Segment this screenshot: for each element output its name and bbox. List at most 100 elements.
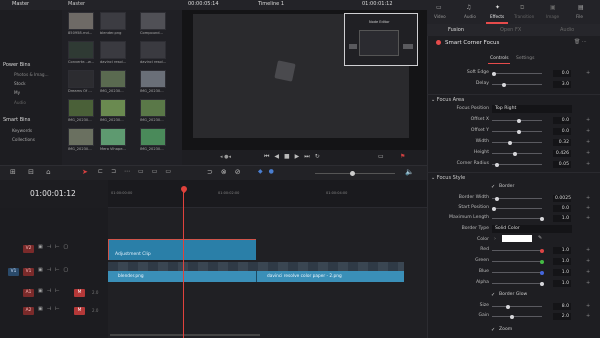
add-keyframe-icon[interactable]: + [586, 117, 590, 123]
tab-transition[interactable]: Transition [514, 14, 534, 19]
video-tab-icon[interactable]: ▭ [436, 4, 442, 11]
track-a1-label[interactable]: A1 [23, 289, 34, 297]
jog-icon[interactable]: ◂ ●◂ [220, 154, 231, 160]
timeline-scrollbar[interactable] [110, 334, 260, 336]
add-keyframe-icon[interactable]: + [586, 269, 590, 275]
davinci-clip[interactable]: davinci resolve color paper - 2.png [256, 271, 404, 282]
color-chevron-icon[interactable]: › [494, 236, 496, 242]
clip-thumb[interactable] [140, 41, 166, 59]
corner-radius-slider[interactable] [492, 162, 542, 167]
edit-tools-icons[interactable]: ⊏⊐⋯▭▭▭ [98, 168, 179, 175]
alpha-slider[interactable] [492, 281, 544, 286]
master-tab[interactable]: Master [12, 1, 29, 7]
add-keyframe-icon[interactable]: + [586, 303, 590, 309]
blue-slider[interactable] [492, 270, 544, 275]
start-position-value[interactable]: 0.0 [553, 205, 571, 212]
start-position-slider[interactable] [492, 206, 542, 211]
add-keyframe-icon[interactable]: + [586, 313, 590, 319]
clip-thumb[interactable] [140, 128, 166, 146]
track-v1-controls[interactable]: ▣⊣⊢▢ [38, 267, 72, 273]
image-tab-icon[interactable]: ▣ [550, 4, 556, 11]
tab-video[interactable]: Video [434, 14, 446, 19]
offset-y-slider[interactable] [492, 129, 542, 134]
size-value[interactable]: 8.0 [553, 303, 571, 310]
settings-tab[interactable]: Settings [516, 56, 534, 61]
clip-thumb[interactable] [68, 70, 94, 88]
clip-thumb[interactable] [68, 128, 94, 146]
flag-marker-icons[interactable]: ◆● [258, 168, 280, 175]
power-item[interactable]: My [14, 90, 20, 95]
max-length-slider[interactable] [492, 216, 544, 221]
gain-slider[interactable] [492, 314, 542, 319]
track-a1-controls[interactable]: ▣⊣⊢ [38, 288, 63, 294]
subtab-audio[interactable]: Audio [560, 27, 574, 33]
add-keyframe-icon[interactable]: + [586, 139, 590, 145]
zoom-checkbox[interactable]: ✓ [491, 327, 495, 333]
blue-value[interactable]: 1.0 [553, 269, 571, 276]
add-keyframe-icon[interactable]: + [586, 150, 590, 156]
focus-area-section[interactable]: ⌄ Focus Area [427, 94, 600, 104]
offset-x-value[interactable]: 0.0 [553, 117, 571, 124]
focus-style-section[interactable]: ⌄ Focus Style [427, 172, 600, 182]
corner-radius-value[interactable]: 0.05 [553, 161, 571, 168]
speaker-icon[interactable]: 🔈 [405, 168, 414, 176]
clip-thumb[interactable] [100, 70, 126, 88]
mute-button[interactable]: M [74, 307, 85, 315]
red-slider[interactable] [492, 248, 544, 253]
add-keyframe-icon[interactable]: + [586, 128, 590, 134]
border-width-value[interactable]: 0.0025 [553, 195, 571, 202]
node-editor-overlay[interactable]: Node Editor [344, 13, 418, 66]
clip-thumb[interactable] [100, 99, 126, 117]
track-v1-label[interactable]: V1 [23, 268, 34, 276]
blender-clip[interactable]: blender.png [108, 271, 256, 282]
color-swatch[interactable] [502, 235, 532, 242]
track-a2-label[interactable]: A2 [23, 307, 34, 315]
track-v2-controls[interactable]: ▣⊣⊢▢ [38, 244, 72, 250]
clip-thumb[interactable] [100, 12, 126, 30]
clip-thumb[interactable] [100, 128, 126, 146]
mediaout-node[interactable] [403, 44, 413, 49]
eyedropper-icon[interactable]: ✎ [538, 235, 542, 241]
tab-effects[interactable]: Effects [490, 14, 504, 19]
border-checkbox[interactable]: ✓ [491, 184, 495, 190]
smart-item-collections[interactable]: Collections [12, 137, 35, 142]
flag-icon[interactable]: ⚑ [400, 153, 405, 160]
power-item[interactable]: Stock [14, 81, 26, 86]
zoom-slider-knob[interactable] [350, 171, 355, 176]
offset-x-slider[interactable] [492, 118, 542, 123]
width-value[interactable]: 0.32 [553, 139, 571, 146]
file-tab-icon[interactable]: ▤ [578, 4, 584, 11]
track-a2-controls[interactable]: ▣⊣⊢ [38, 306, 63, 312]
green-value[interactable]: 1.0 [553, 258, 571, 265]
smart-item-keywords[interactable]: Keywords [12, 128, 32, 133]
add-keyframe-icon[interactable]: + [586, 258, 590, 264]
add-keyframe-icon[interactable]: + [586, 161, 590, 167]
size-slider[interactable] [492, 304, 542, 309]
add-keyframe-icon[interactable]: + [586, 247, 590, 253]
effect-icons[interactable]: 🗑 ⋯ [574, 39, 587, 45]
height-value[interactable]: 0.426 [553, 150, 571, 157]
add-keyframe-icon[interactable]: + [586, 215, 590, 221]
clip-thumb[interactable] [140, 12, 166, 30]
tab-file[interactable]: File [576, 14, 583, 19]
soft-edge-value[interactable]: 0.0 [553, 70, 571, 77]
power-item[interactable]: Audio [14, 100, 26, 105]
clip-thumb[interactable] [100, 41, 126, 59]
alpha-value[interactable]: 1.0 [553, 280, 571, 287]
add-keyframe-icon[interactable]: + [586, 280, 590, 286]
add-keyframe-icon[interactable]: + [586, 195, 590, 201]
transport-controls[interactable]: ⏮◀■▶⏭↻ [264, 153, 325, 161]
green-slider[interactable] [492, 259, 544, 264]
track-v1-dest[interactable]: V1 [8, 268, 19, 276]
fullscreen-icon[interactable]: ▭ [378, 153, 384, 160]
effect-enable-dot[interactable] [436, 40, 441, 45]
adjustment-clip[interactable]: Adjustment Clip [108, 239, 256, 260]
clip-thumb[interactable] [68, 12, 94, 30]
node[interactable] [349, 44, 357, 49]
tab-audio[interactable]: Audio [464, 14, 476, 19]
add-keyframe-icon[interactable]: + [586, 205, 590, 211]
timeline-name[interactable]: Timeline 1 [258, 1, 284, 7]
clip-thumb[interactable] [68, 99, 94, 117]
width-slider[interactable] [492, 140, 542, 145]
delay-value[interactable]: 3.0 [553, 81, 571, 88]
